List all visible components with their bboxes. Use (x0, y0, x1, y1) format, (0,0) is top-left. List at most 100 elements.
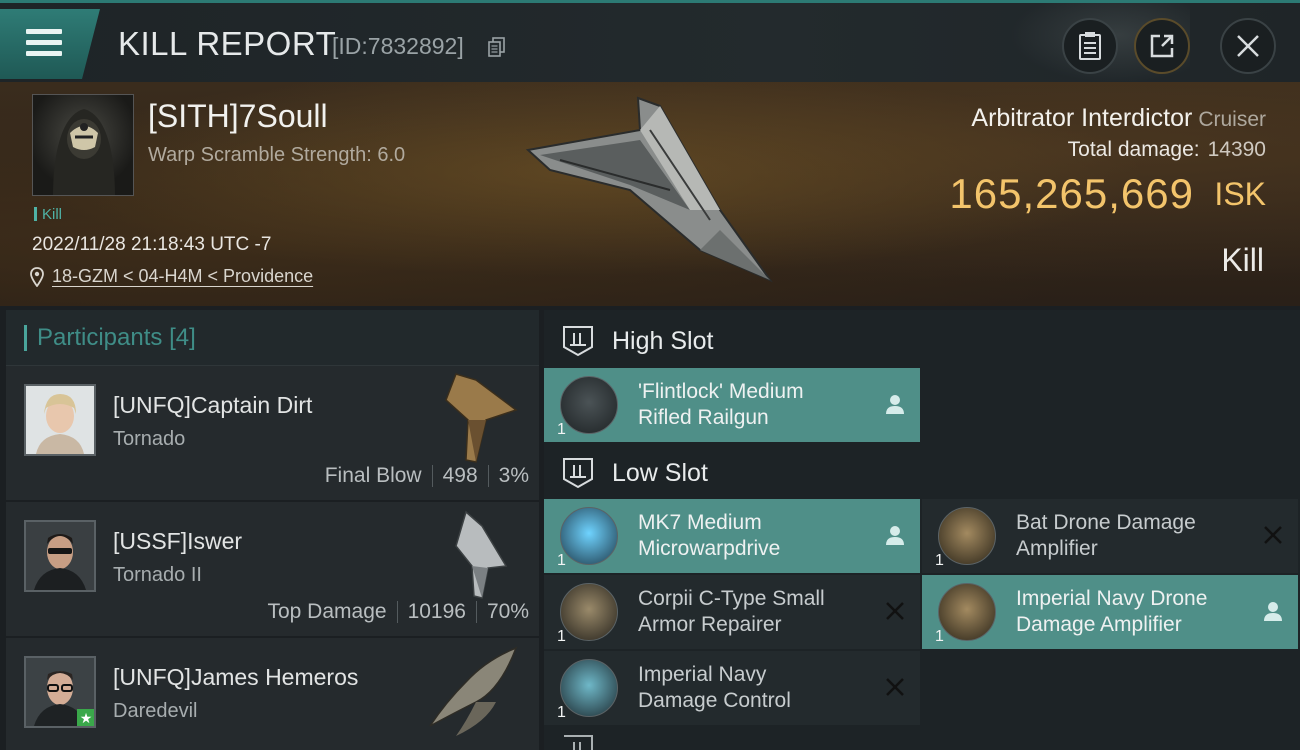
module-quantity: 1 (935, 628, 944, 645)
participant-name[interactable]: [UNFQ]Captain Dirt (113, 392, 312, 419)
module-name-line2: Damage Control (638, 689, 791, 712)
fitting-panel: High Slot 1 'Flintlock' Medium Rifled Ra… (544, 310, 1300, 750)
kill-location[interactable]: 18-GZM < 04-H4M < Providence (30, 266, 313, 287)
participant-stats: Top Damage 10196 70% (267, 600, 529, 624)
star-icon: ★ (77, 709, 94, 726)
module-name-line1: MK7 Medium (638, 511, 762, 534)
module-item[interactable]: 1 Corpii C-Type Small Armor Repairer (544, 575, 920, 649)
drone-amplifier-icon (938, 507, 996, 565)
module-name-line2: Amplifier (1016, 537, 1098, 560)
participant-stats: Final Blow 498 3% (325, 464, 529, 488)
destroyed-x-icon (886, 602, 904, 620)
module-name: 'Flintlock' Medium Rifled Railgun (638, 379, 878, 431)
dropped-pilot-icon (886, 526, 904, 545)
module-name-line2: Rifled Railgun (638, 406, 769, 429)
destroyed-x-icon (1264, 526, 1282, 544)
participant-percent: 70% (486, 600, 529, 623)
location-link[interactable]: 18-GZM < 04-H4M < Providence (52, 266, 313, 287)
module-item[interactable]: 1 MK7 Medium Microwarpdrive (544, 499, 920, 573)
dropped-pilot-icon (886, 395, 904, 414)
damage-control-icon (560, 659, 618, 717)
copy-icon[interactable] (488, 37, 506, 57)
module-name: MK7 Medium Microwarpdrive (638, 510, 878, 562)
clipboard-button[interactable] (1062, 18, 1118, 74)
close-icon (1237, 35, 1259, 57)
participant-role: Top Damage (267, 600, 387, 623)
menu-button[interactable] (0, 9, 100, 79)
participant-ship-image (429, 646, 518, 736)
module-item[interactable]: 1 'Flintlock' Medium Rifled Railgun (544, 368, 920, 442)
participant-damage: 10196 (407, 600, 466, 623)
participant-damage: 498 (442, 464, 478, 487)
victim-ship-image (525, 96, 773, 283)
high-slot-header: High Slot (544, 312, 1300, 370)
avatar[interactable] (24, 520, 96, 592)
participant-name[interactable]: [USSF]Iswer (113, 528, 242, 555)
participant-row[interactable]: ★ [UNFQ]James Hemeros Daredevil (6, 638, 539, 750)
clipboard-icon (1079, 32, 1101, 60)
low-slot-header: Low Slot (544, 444, 1300, 502)
avatar[interactable] (24, 384, 96, 456)
destroyed-x-icon (886, 678, 904, 696)
participant-role: Final Blow (324, 464, 422, 487)
participants-header: Participants [4] (6, 310, 539, 366)
low-slot-icon (563, 458, 593, 489)
avatar[interactable]: ★ (24, 656, 96, 728)
high-slot-label: High Slot (612, 326, 714, 355)
module-name-line1: 'Flintlock' Medium (638, 380, 804, 403)
module-name-line2: Armor Repairer (638, 613, 782, 636)
module-quantity: 1 (557, 552, 566, 569)
module-name-line2: Damage Amplifier (1016, 613, 1182, 636)
module-name-line1: Imperial Navy (638, 663, 767, 686)
ship-class: Cruiser (1198, 108, 1266, 131)
victim-ship-name[interactable]: Arbitrator Interdictor Cruiser (971, 104, 1266, 133)
share-icon (1150, 34, 1174, 58)
result-label: Kill (1221, 242, 1264, 278)
isk-label: ISK (1214, 176, 1266, 212)
module-name-line1: Imperial Navy Drone (1016, 587, 1208, 610)
share-button[interactable] (1134, 18, 1190, 74)
participant-ship-image (445, 373, 518, 463)
warp-scramble-strength: Warp Scramble Strength: 6.0 (148, 144, 406, 166)
victim-avatar[interactable] (32, 94, 134, 196)
participants-panel: Participants [4] [UNFQ]Captain Dirt Torn… (6, 310, 539, 750)
participant-name[interactable]: [UNFQ]James Hemeros (113, 664, 358, 691)
railgun-icon (560, 376, 618, 434)
close-button[interactable] (1220, 18, 1276, 74)
participant-ship: Daredevil (113, 700, 198, 722)
module-item[interactable]: 1 Imperial Navy Drone Damage Amplifier (922, 575, 1298, 649)
participant-row[interactable]: [USSF]Iswer Tornado II Top Damage 10196 … (6, 502, 539, 638)
module-name: Imperial Navy Drone Damage Amplifier (1016, 586, 1256, 638)
participants-count: [4] (169, 323, 196, 351)
total-damage-value: 14390 (1207, 138, 1266, 161)
kill-datetime: 2022/11/28 21:18:43 UTC -7 (32, 234, 272, 255)
participant-ship: Tornado (113, 428, 186, 450)
participant-row[interactable]: [UNFQ]Captain Dirt Tornado Final Blow 49… (6, 366, 539, 502)
ship-name-text: Arbitrator Interdictor (971, 104, 1193, 132)
total-damage: Total damage: 14390 (1068, 138, 1266, 162)
module-item[interactable]: 1 Bat Drone Damage Amplifier (922, 499, 1298, 573)
isk-value: 165,265,669 (949, 170, 1194, 217)
kill-tag: Kill (34, 206, 62, 223)
armor-repairer-icon (560, 583, 618, 641)
location-pin-icon (30, 266, 44, 287)
module-quantity: 1 (557, 704, 566, 721)
high-slot-icon (563, 326, 593, 357)
module-name: Imperial Navy Damage Control (638, 662, 878, 714)
page-title: KILL REPORT (118, 25, 337, 62)
module-name: Bat Drone Damage Amplifier (1016, 510, 1256, 562)
module-quantity: 1 (935, 552, 944, 569)
participant-ship: Tornado II (113, 564, 202, 586)
drone-amplifier-icon (938, 583, 996, 641)
module-name-line1: Corpii C-Type Small (638, 587, 825, 610)
module-name-line2: Microwarpdrive (638, 537, 781, 560)
module-quantity: 1 (557, 628, 566, 645)
victim-name[interactable]: [SITH]7Soull (148, 98, 328, 135)
module-name: Corpii C-Type Small Armor Repairer (638, 586, 878, 638)
participant-percent: 3% (498, 464, 529, 487)
menu-icon (26, 29, 62, 59)
participants-title: Participants (37, 323, 163, 351)
next-slot-icon (564, 735, 593, 750)
top-bar: KILL REPORT [ID:7832892] (0, 0, 1300, 83)
module-item[interactable]: 1 Imperial Navy Damage Control (544, 651, 920, 725)
